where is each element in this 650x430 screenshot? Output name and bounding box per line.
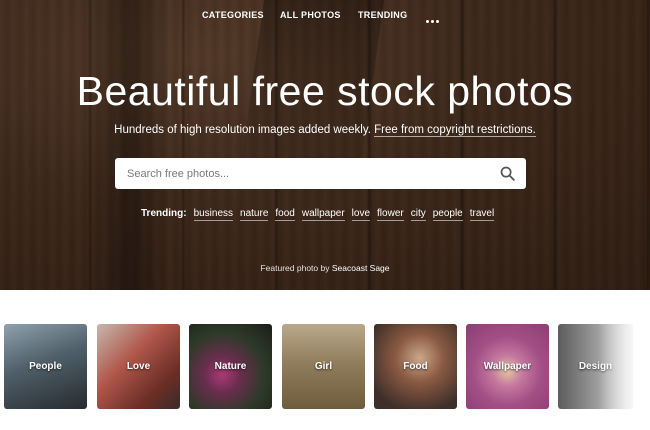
- trending-tags: Trending: business nature food wallpaper…: [141, 208, 495, 221]
- search-icon[interactable]: [499, 165, 516, 182]
- category-strip: People Love Nature Girl Food Wallpaper D…: [0, 324, 650, 410]
- hero-subtitle-text: Hundreds of high resolution images added…: [114, 124, 371, 136]
- trending-tag-love[interactable]: love: [351, 208, 371, 221]
- search-input[interactable]: [127, 158, 487, 189]
- featured-author-link[interactable]: Seacoast Sage: [332, 263, 390, 273]
- featured-prefix: Featured photo by: [260, 263, 330, 273]
- nav-trending[interactable]: TRENDING: [358, 10, 407, 20]
- hero-title: Beautiful free stock photos: [76, 68, 574, 114]
- category-tile-design[interactable]: Design: [558, 324, 633, 409]
- category-tile-love[interactable]: Love: [97, 324, 180, 409]
- category-label: Nature: [214, 361, 247, 372]
- trending-tag-business[interactable]: business: [193, 208, 234, 221]
- trending-tag-city[interactable]: city: [410, 208, 426, 221]
- top-nav: CATEGORIES ALL PHOTOS TRENDING: [0, 10, 650, 24]
- hero-banner: CATEGORIES ALL PHOTOS TRENDING Beautiful…: [0, 0, 650, 290]
- category-label: Girl: [314, 361, 333, 372]
- hero-background-texture: [90, 0, 170, 290]
- trending-tag-travel[interactable]: travel: [469, 208, 495, 221]
- copyright-link[interactable]: Free from copyright restrictions.: [374, 124, 536, 137]
- category-label: Food: [403, 361, 428, 372]
- hero-subtitle: Hundreds of high resolution images added…: [0, 124, 650, 137]
- category-label: People: [29, 361, 62, 372]
- category-tile-people[interactable]: People: [4, 324, 87, 409]
- nav-all-photos[interactable]: ALL PHOTOS: [280, 10, 341, 20]
- featured-credit: Featured photo by Seacoast Sage: [0, 263, 650, 273]
- trending-tag-wallpaper[interactable]: wallpaper: [301, 208, 345, 221]
- category-label: Love: [126, 361, 151, 372]
- trending-tag-nature[interactable]: nature: [240, 208, 269, 221]
- more-dots-icon[interactable]: [426, 20, 439, 23]
- trending-tag-people[interactable]: people: [432, 208, 463, 221]
- trending-tag-food[interactable]: food: [275, 208, 295, 221]
- category-tile-nature[interactable]: Nature: [189, 324, 272, 409]
- category-label: Wallpaper: [483, 361, 532, 372]
- category-tile-food[interactable]: Food: [374, 324, 457, 409]
- trending-label: Trending:: [141, 208, 187, 219]
- category-tile-wallpaper[interactable]: Wallpaper: [466, 324, 549, 409]
- category-tile-girl[interactable]: Girl: [282, 324, 365, 409]
- trending-tag-flower[interactable]: flower: [377, 208, 404, 221]
- search-box: [115, 158, 526, 189]
- nav-categories[interactable]: CATEGORIES: [202, 10, 264, 20]
- category-label: Design: [578, 361, 613, 372]
